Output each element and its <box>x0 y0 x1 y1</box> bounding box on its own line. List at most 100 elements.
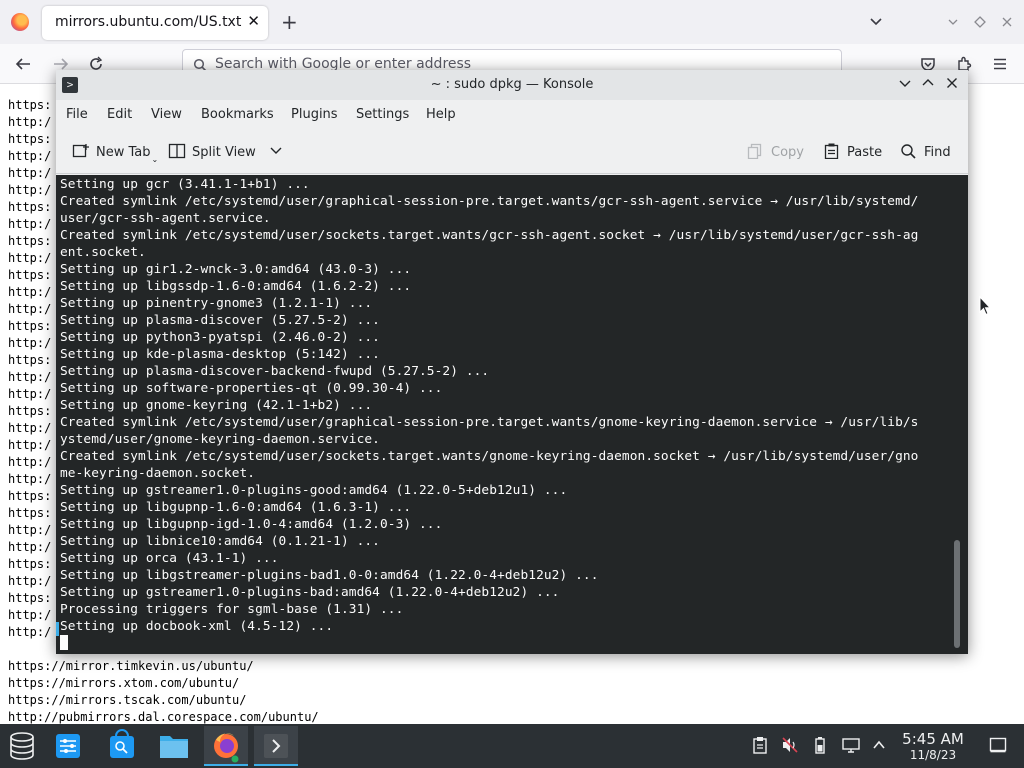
terminal-output[interactable]: Setting up gcr (3.41.1-1+b1) ... Created … <box>56 175 968 654</box>
chevron-down-icon[interactable]: ⌄ <box>152 155 159 164</box>
chevron-down-icon[interactable] <box>270 144 282 159</box>
mirror-url-line: https: <box>8 404 52 418</box>
mirror-url-line: http:/ <box>8 149 52 163</box>
terminal-scrollbar[interactable] <box>954 540 960 648</box>
terminal-line: Setting up libgssdp-1.6-0:amd64 (1.6.2-2… <box>60 279 412 294</box>
terminal-line: Setting up orca (43.1-1) ... <box>60 551 279 566</box>
new-tab-label: New Tab <box>96 145 151 160</box>
menu-plugins[interactable]: Plugins <box>291 107 338 122</box>
volume-muted-icon[interactable] <box>781 736 799 757</box>
close-icon[interactable]: ✕ <box>247 12 260 30</box>
terminal-line: Setting up plasma-discover-backend-fwupd… <box>60 364 490 379</box>
mirror-url-line: http:/ <box>8 438 52 452</box>
terminal-line: Setting up docbook-xml (4.5-12) ... <box>60 619 334 634</box>
mirror-url-line: https: <box>8 98 52 112</box>
terminal-line: Setting up kde-plasma-desktop (5:142) ..… <box>60 347 380 362</box>
terminal-line: Created symlink /etc/systemd/user/graphi… <box>60 194 919 209</box>
terminal-line: Created symlink /etc/systemd/user/socket… <box>60 228 919 243</box>
split-view-button[interactable]: Split View <box>168 143 282 160</box>
clock-time[interactable]: 5:45 AM <box>896 730 970 748</box>
network-icon[interactable] <box>842 736 860 757</box>
paste-label: Paste <box>847 145 883 160</box>
menu-icon[interactable] <box>992 56 1008 75</box>
mirror-url-line: http:/ <box>8 608 52 622</box>
cursor-line-marker <box>56 622 59 636</box>
system-settings-icon[interactable] <box>46 726 90 766</box>
konsole-window: > ~ : sudo dpkg — Konsole File Edit View… <box>56 70 968 654</box>
mirror-url-line: https: <box>8 200 52 214</box>
back-icon[interactable] <box>14 56 32 75</box>
find-button[interactable]: Find <box>900 143 951 160</box>
mirror-url-line: http:/ <box>8 455 52 469</box>
mirror-url-line: http:/ <box>8 421 52 435</box>
terminal-line: Processing triggers for sgml-base (1.31)… <box>60 602 404 617</box>
close-icon[interactable] <box>1001 15 1013 31</box>
mirror-url-line: https: <box>8 353 52 367</box>
menu-settings[interactable]: Settings <box>356 107 409 122</box>
mirror-url-line: https: <box>8 591 52 605</box>
clock-date[interactable]: 11/8/23 <box>896 748 970 762</box>
show-desktop-icon[interactable] <box>989 736 1007 757</box>
mirror-url-line: http:/ <box>8 285 52 299</box>
copy-button[interactable]: Copy <box>747 143 804 160</box>
terminal-cursor <box>60 635 68 650</box>
maximize-icon[interactable] <box>973 15 987 32</box>
mouse-pointer-icon <box>979 296 991 316</box>
terminal-line: ystemd/user/gnome-keyring-daemon.service… <box>60 432 380 447</box>
menu-bookmarks[interactable]: Bookmarks <box>201 107 274 122</box>
mirror-url-line: http:/ <box>8 387 52 401</box>
mirror-url-line: https://mirror.timkevin.us/ubuntu/ <box>8 659 254 673</box>
mirror-url-line: http:/ <box>8 472 52 486</box>
firefox-taskbar-button[interactable] <box>204 726 248 766</box>
mirror-url-line: https: <box>8 506 52 520</box>
mirror-url-line: https: <box>8 268 52 282</box>
battery-icon[interactable] <box>814 736 826 757</box>
mirror-url-line: http:/ <box>8 183 52 197</box>
clipboard-icon[interactable] <box>752 736 768 757</box>
maximize-icon[interactable] <box>918 75 938 95</box>
terminal-line: Setting up gstreamer1.0-plugins-bad:amd6… <box>60 585 560 600</box>
close-icon[interactable] <box>942 75 962 95</box>
mirror-url-line: http:/ <box>8 540 52 554</box>
new-tab-button[interactable]: New Tab⌄ <box>72 143 158 164</box>
konsole-taskbar-button[interactable] <box>254 726 298 766</box>
mirror-url-line: https: <box>8 489 52 503</box>
taskbar: 5:45 AM 11/8/23 <box>0 724 1024 768</box>
expand-tray-icon[interactable] <box>872 736 886 757</box>
terminal-line: Created symlink /etc/systemd/user/graphi… <box>60 415 919 430</box>
terminal-line: Created symlink /etc/systemd/user/socket… <box>60 449 919 464</box>
minimize-icon[interactable] <box>946 15 960 32</box>
split-view-label: Split View <box>192 145 256 160</box>
terminal-line: Setting up gcr (3.41.1-1+b1) ... <box>60 177 310 192</box>
mirror-url-line: https://mirrors.xtom.com/ubuntu/ <box>8 676 240 690</box>
toolbar: New Tab⌄ Split View Copy Paste Find <box>56 130 968 174</box>
chevron-down-icon[interactable] <box>868 13 884 32</box>
mirror-url-line: http:/ <box>8 370 52 384</box>
menu-bar: File Edit View Bookmarks Plugins Setting… <box>56 100 968 130</box>
paste-icon <box>823 143 841 160</box>
split-view-icon <box>168 143 186 159</box>
firefox-icon[interactable] <box>11 13 29 31</box>
terminal-line: Setting up libgstreamer-plugins-bad1.0-0… <box>60 568 599 583</box>
discover-icon[interactable] <box>100 726 144 766</box>
minimize-icon[interactable] <box>895 75 915 95</box>
browser-tab[interactable]: mirrors.ubuntu.com/US.txt ✕ <box>42 6 268 40</box>
terminal-line: Setting up python3-pyatspi (2.46.0-2) ..… <box>60 330 380 345</box>
menu-file[interactable]: File <box>66 107 88 122</box>
copy-label: Copy <box>771 145 804 160</box>
terminal-line: Setting up gir1.2-wnck-3.0:amd64 (43.0-3… <box>60 262 412 277</box>
find-icon <box>900 143 918 159</box>
mirror-url-line: http:/ <box>8 336 52 350</box>
copy-icon <box>747 143 765 160</box>
window-titlebar[interactable]: > ~ : sudo dpkg — Konsole <box>56 70 968 100</box>
menu-view[interactable]: View <box>151 107 182 122</box>
file-manager-icon[interactable] <box>152 726 196 766</box>
app-launcher-icon[interactable] <box>0 726 44 766</box>
mirror-url-line: http:/ <box>8 302 52 316</box>
menu-edit[interactable]: Edit <box>107 107 132 122</box>
menu-help[interactable]: Help <box>426 107 456 122</box>
plus-icon[interactable]: + <box>281 12 298 32</box>
paste-button[interactable]: Paste <box>823 143 882 160</box>
mirror-url-line: https: <box>8 557 52 571</box>
terminal-line: Setting up libnice10:amd64 (0.1.21-1) ..… <box>60 534 380 549</box>
